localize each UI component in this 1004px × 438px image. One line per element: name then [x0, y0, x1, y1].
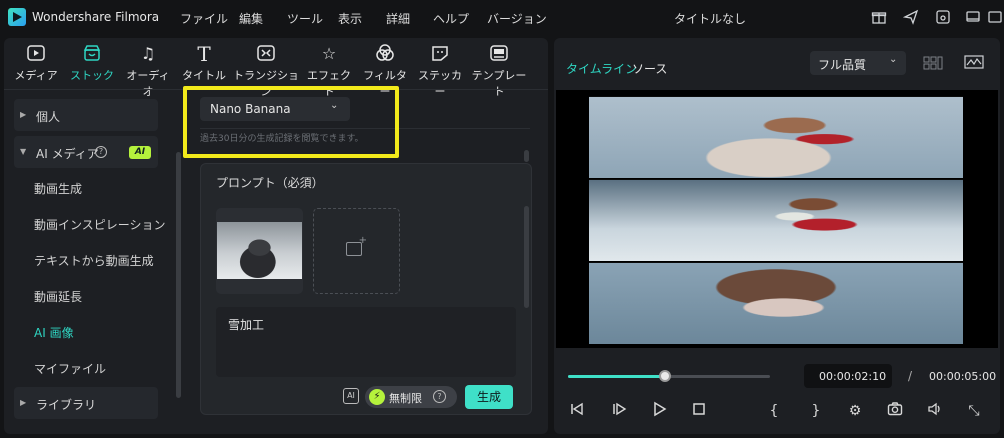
- menu-help[interactable]: ヘルプ: [433, 10, 469, 27]
- help-icon[interactable]: ?: [95, 146, 107, 158]
- tab-stock[interactable]: ストック: [68, 44, 116, 83]
- sidebar-item-ai-image[interactable]: AI 画像: [34, 324, 74, 341]
- tab-titles[interactable]: T タイトル: [182, 44, 226, 83]
- tab-stickers[interactable]: ステッカー: [415, 44, 465, 99]
- sidebar-item-my-files[interactable]: マイファイル: [34, 360, 106, 377]
- menu-edit[interactable]: 編集: [239, 10, 263, 27]
- app-name: Wondershare Filmora: [32, 10, 160, 24]
- volume-icon[interactable]: [925, 401, 945, 421]
- transition-icon: [255, 44, 277, 64]
- sidebar-item-video-extend[interactable]: 動画延長: [34, 288, 82, 305]
- video-preview: [556, 90, 998, 348]
- sidebar-scrollbar[interactable]: [176, 152, 181, 398]
- prompt-text: 雪加工: [228, 318, 265, 332]
- preview-frame-2: [589, 179, 963, 261]
- help-icon[interactable]: ?: [433, 390, 446, 403]
- template-icon: [488, 44, 510, 64]
- waveform-icon[interactable]: [964, 55, 984, 69]
- generate-button[interactable]: 生成: [465, 385, 513, 409]
- settings-gear-icon[interactable]: ⚙: [845, 401, 865, 421]
- stop-icon[interactable]: [689, 401, 709, 421]
- menu-file[interactable]: ファイル: [180, 10, 228, 27]
- tab-label: ステッカー: [418, 69, 462, 98]
- card-scrollbar[interactable]: [524, 206, 529, 308]
- grid-view-icon[interactable]: [923, 56, 943, 70]
- snapshot-camera-icon[interactable]: [885, 401, 905, 421]
- scrubber-handle[interactable]: [659, 370, 671, 382]
- filter-icon: [374, 44, 396, 64]
- window-title: タイトルなし: [674, 12, 747, 26]
- menu-view[interactable]: 表示: [338, 10, 362, 27]
- menu-version[interactable]: バージョン: [487, 10, 547, 27]
- playback-progress: [568, 375, 665, 378]
- stock-icon: [81, 44, 103, 64]
- reference-image: [217, 222, 302, 279]
- tab-templates[interactable]: テンプレート: [470, 44, 528, 99]
- sidebar-item-video-inspiration[interactable]: 動画インスピレーション: [34, 216, 166, 233]
- unlimited-label: 無制限: [389, 392, 422, 405]
- tab-label: テンプレート: [471, 69, 527, 98]
- bolt-icon: ⚡: [369, 389, 385, 405]
- send-icon[interactable]: [902, 9, 920, 27]
- time-separator: /: [908, 369, 913, 383]
- ai-assist-icon[interactable]: AI: [343, 388, 359, 404]
- title-t-icon: T: [197, 42, 211, 66]
- menu-tools[interactable]: ツール: [287, 10, 323, 27]
- tab-label: タイトル: [182, 69, 226, 82]
- menu-advanced[interactable]: 詳細: [386, 10, 410, 27]
- preview-frame-1: [589, 96, 963, 178]
- mark-in-icon[interactable]: {: [764, 401, 784, 421]
- tab-label: メディア: [14, 69, 58, 82]
- gift-icon[interactable]: [870, 9, 888, 27]
- tab-label: ストック: [70, 69, 114, 82]
- caret-down-icon: ▼: [20, 147, 27, 156]
- sidebar-item-personal[interactable]: ▶ 個人: [14, 99, 158, 131]
- filmora-logo-icon: [8, 8, 26, 26]
- sidebar-item-video-generation[interactable]: 動画生成: [34, 180, 82, 197]
- monitor-icon[interactable]: [964, 9, 982, 27]
- prompt-title: プロンプト（必須）: [216, 176, 324, 190]
- sidebar-item-text-to-video[interactable]: テキストから動画生成: [34, 252, 154, 269]
- fullscreen-icon[interactable]: [986, 9, 1004, 27]
- total-time: 00:00:05:00: [929, 370, 997, 383]
- play-icon[interactable]: [649, 401, 669, 421]
- tab-media[interactable]: メディア: [14, 44, 58, 83]
- tab-source[interactable]: ソース: [632, 60, 667, 77]
- current-time: 00:00:02:10: [819, 370, 887, 383]
- highlight-annotation: [183, 86, 399, 158]
- next-frame-icon[interactable]: [609, 401, 629, 421]
- sidebar-item-library[interactable]: ▶ ライブラリ: [14, 387, 158, 419]
- quality-label: フル品質: [818, 58, 867, 72]
- add-image-icon: [346, 235, 367, 256]
- previous-frame-icon[interactable]: [567, 401, 587, 421]
- music-note-icon: ♫: [140, 44, 156, 63]
- expand-icon[interactable]: ⤡: [964, 401, 984, 421]
- chevron-down-icon: ⌄: [889, 54, 898, 65]
- sticker-icon: [429, 44, 451, 64]
- caret-right-icon: ▶: [20, 398, 27, 407]
- reference-image-thumbnail[interactable]: [216, 208, 303, 294]
- ai-badge: AI: [129, 146, 151, 159]
- save-icon[interactable]: [934, 9, 952, 27]
- caret-right-icon: ▶: [20, 110, 27, 119]
- preview-frame-3: [589, 262, 963, 344]
- effect-star-icon: ☆: [321, 44, 337, 63]
- mark-out-icon[interactable]: }: [806, 401, 826, 421]
- tab-timeline[interactable]: タイムライン: [566, 60, 637, 77]
- media-icon: [25, 44, 47, 64]
- panel-scrollbar[interactable]: [524, 150, 529, 162]
